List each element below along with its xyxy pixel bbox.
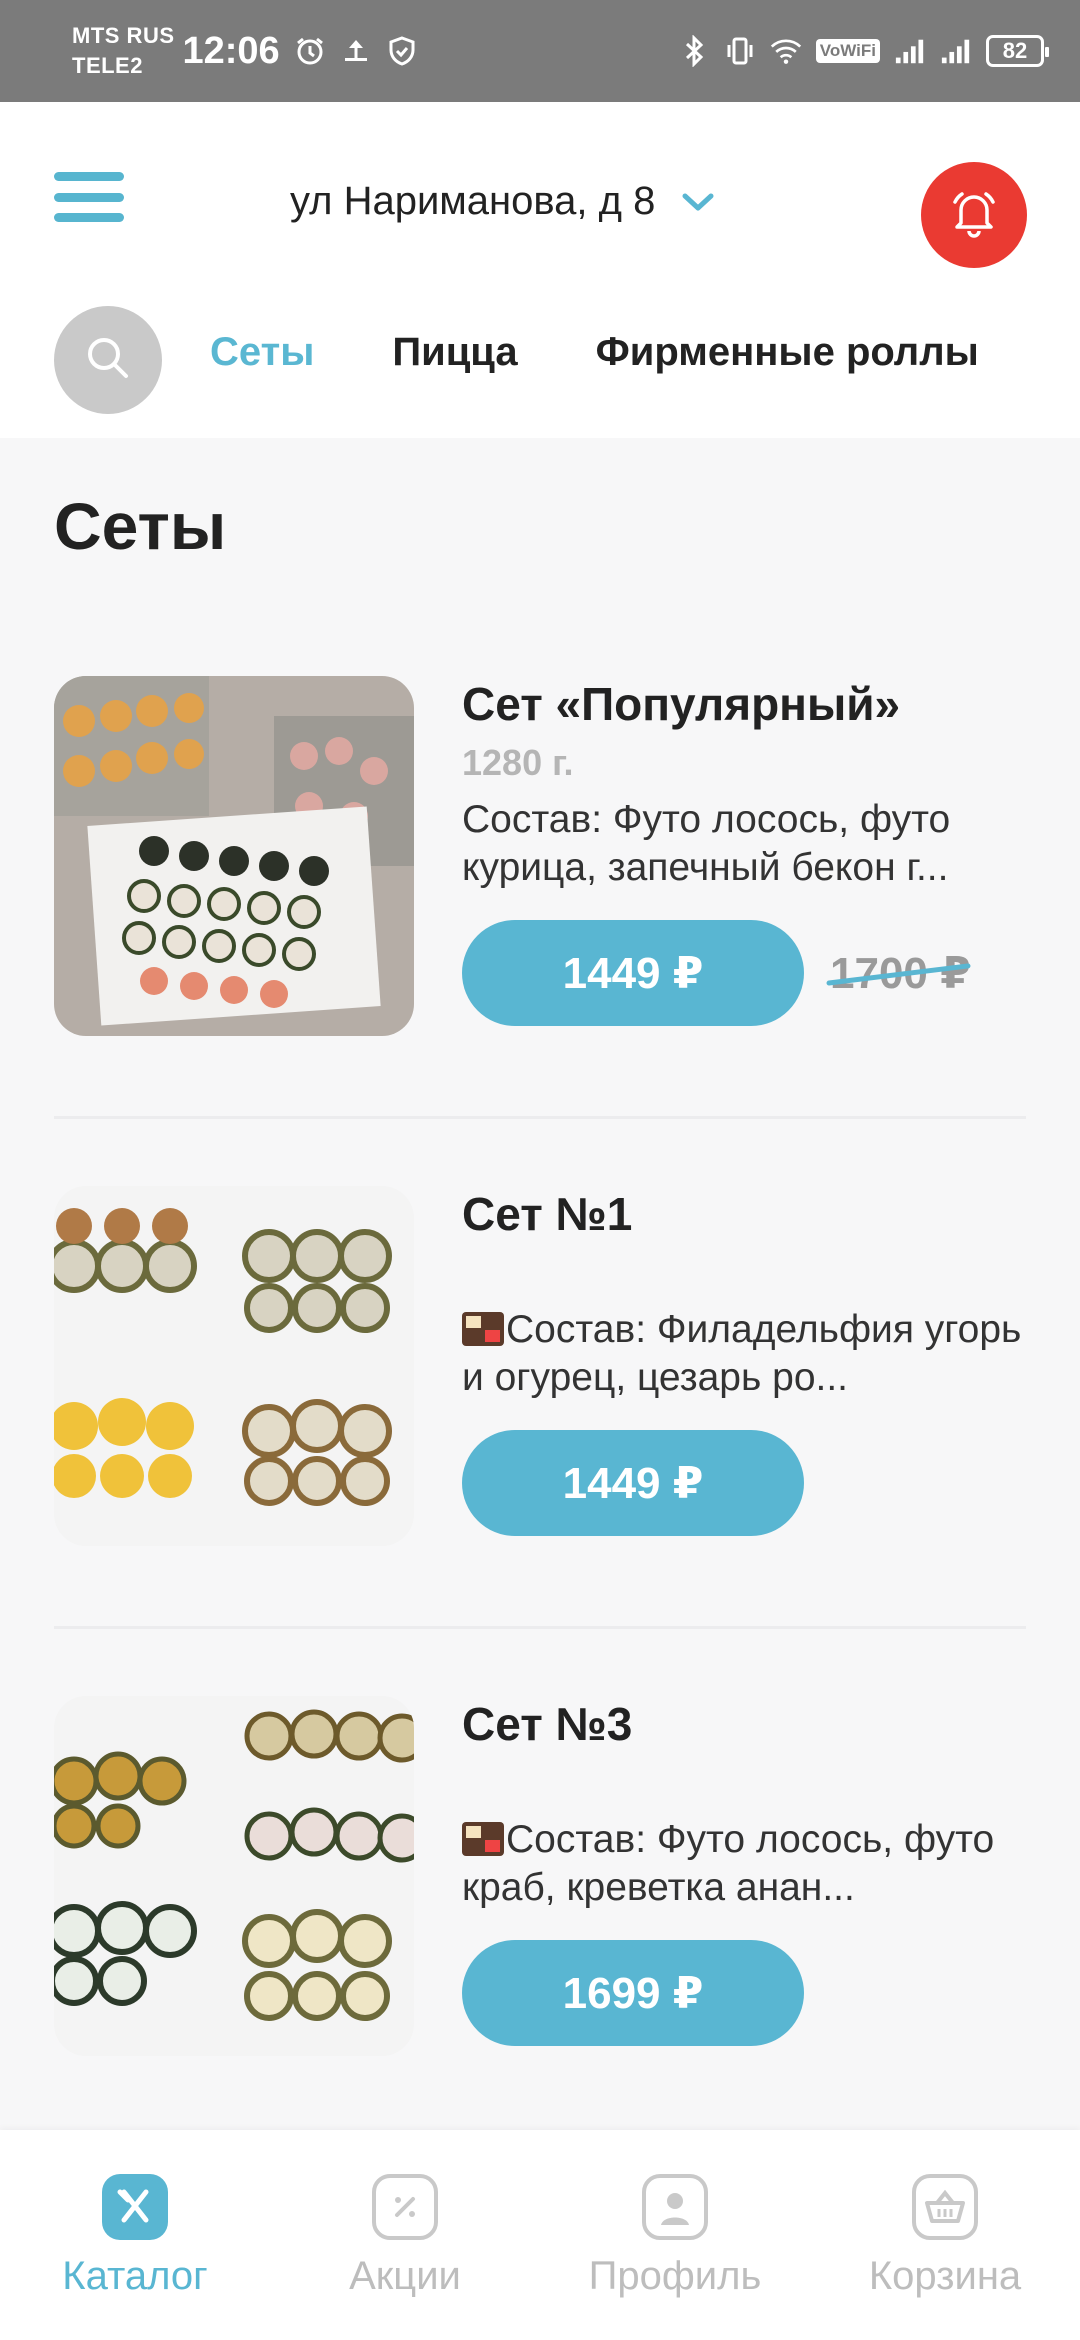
category-tabs: Сеты Пицца Фирменные роллы (210, 330, 979, 375)
product-card[interactable]: Сет №3 Состав: Футо лосось, футо краб, к… (54, 1696, 1026, 2056)
product-name: Сет №1 (462, 1188, 633, 1240)
app-header: ул Нариманова, д 8 Сеты Пицца Фирменные … (0, 102, 1080, 438)
bento-box-icon (462, 1822, 504, 1856)
product-weight (462, 1252, 1026, 1292)
status-bar: MTS RUS TELE2 12:06 VoWiFi 82 (0, 0, 1080, 102)
divider (54, 1116, 1026, 1119)
product-image[interactable] (54, 1186, 414, 1546)
alarm-icon (294, 35, 326, 67)
tab-pizza[interactable]: Пицца (392, 330, 517, 375)
menu-icon[interactable] (54, 162, 124, 232)
profile-icon (642, 2174, 708, 2240)
nav-catalog[interactable]: Каталог (0, 2174, 270, 2299)
product-description: Состав: Футо лосось, футо краб, креветка… (462, 1818, 995, 1909)
old-price: 1700 ₽ (830, 948, 971, 998)
search-icon (82, 332, 134, 389)
add-to-cart-button[interactable]: 1449 ₽ (462, 1430, 804, 1536)
address-selector[interactable]: ул Нариманова, д 8 (290, 166, 715, 236)
shield-icon (386, 35, 418, 67)
bluetooth-icon (678, 35, 710, 67)
notifications-button[interactable] (921, 162, 1027, 268)
nav-label: Каталог (62, 2254, 208, 2298)
status-time: 12:06 (182, 29, 280, 72)
nav-basket[interactable]: Корзина (810, 2174, 1080, 2299)
carrier-names: MTS RUS TELE2 (72, 21, 175, 81)
address-text: ул Нариманова, д 8 (290, 178, 656, 223)
promo-icon (372, 2174, 438, 2240)
vibrate-icon (724, 35, 756, 67)
product-card[interactable]: Сет «Популярный» 1280 г. Состав: Футо ло… (54, 676, 1026, 1036)
product-name: Сет №3 (462, 1698, 633, 1750)
basket-icon (912, 2174, 978, 2240)
bell-icon (949, 188, 999, 243)
battery-indicator: 82 (986, 35, 1049, 67)
carrier-2: TELE2 (72, 53, 143, 78)
nav-label: Профиль (588, 2254, 762, 2298)
tab-signature-rolls[interactable]: Фирменные роллы (596, 330, 979, 375)
product-image[interactable] (54, 676, 414, 1036)
product-image[interactable] (54, 1696, 414, 2056)
product-name: Сет «Популярный» (462, 678, 901, 730)
divider (54, 1626, 1026, 1629)
bottom-navigation: Каталог Акции Профиль Корзина (0, 2130, 1080, 2340)
signal-2-icon (940, 35, 972, 67)
chevron-down-icon (681, 179, 715, 224)
tab-sets[interactable]: Сеты (210, 330, 314, 375)
data-saver-icon (340, 35, 372, 67)
product-description: Состав: Филадельфия угорь и огурец, цеза… (462, 1308, 1022, 1399)
bento-box-icon (462, 1312, 504, 1346)
product-weight (462, 1762, 1026, 1802)
product-description: Состав: Футо лосось, футо курица, запечн… (462, 798, 951, 889)
nav-label: Акции (349, 2254, 461, 2298)
nav-promos[interactable]: Акции (270, 2174, 540, 2299)
add-to-cart-button[interactable]: 1699 ₽ (462, 1940, 804, 2046)
add-to-cart-button[interactable]: 1449 ₽ (462, 920, 804, 1026)
catalog-icon (102, 2174, 168, 2240)
product-weight: 1280 г. (462, 742, 574, 783)
carrier-1: MTS RUS (72, 23, 175, 48)
nav-label: Корзина (868, 2254, 1022, 2298)
wifi-icon (770, 35, 802, 67)
search-button[interactable] (54, 306, 162, 414)
vowifi-badge: VoWiFi (815, 39, 880, 63)
signal-1-icon (894, 35, 926, 67)
nav-profile[interactable]: Профиль (540, 2174, 810, 2299)
product-card[interactable]: Сет №1 Состав: Филадельфия угорь и огуре… (54, 1186, 1026, 1546)
section-title: Сеты (54, 489, 227, 563)
